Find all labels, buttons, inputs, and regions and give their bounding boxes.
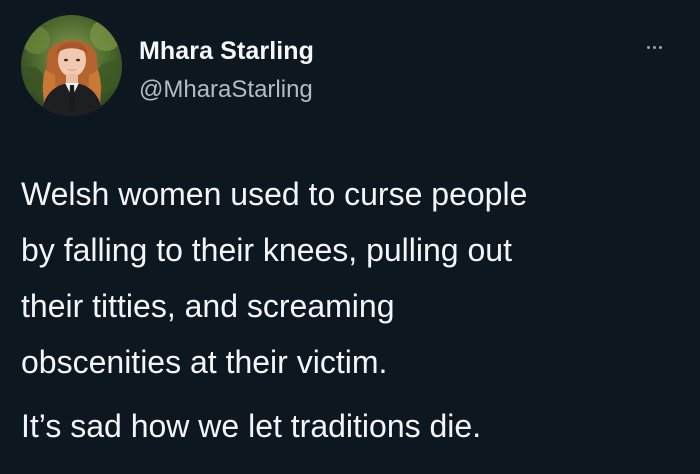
tweet-text: Welsh women used to curse people by fall… (21, 166, 686, 454)
more-horizontal-icon (646, 45, 650, 49)
tweet-text-line: Welsh women used to curse people (21, 176, 528, 212)
tweet-text-line: by falling to their knees, pulling out (21, 232, 512, 268)
author-display-name[interactable]: Mhara Starling (139, 37, 314, 66)
tweet-text-line: their titties, and screaming (21, 288, 395, 324)
tweet-text-line: obscenities at their victim. (21, 344, 388, 380)
more-options-button[interactable] (640, 37, 668, 57)
more-horizontal-icon (658, 45, 662, 49)
avatar[interactable] (21, 15, 122, 116)
tweet-card: Mhara Starling @MharaStarling Welsh wome… (0, 0, 700, 474)
author-handle[interactable]: @MharaStarling (139, 76, 313, 104)
tweet-text-closing: It’s sad how we let traditions die. (21, 408, 482, 444)
more-horizontal-icon (652, 45, 656, 49)
avatar-image (21, 15, 122, 116)
